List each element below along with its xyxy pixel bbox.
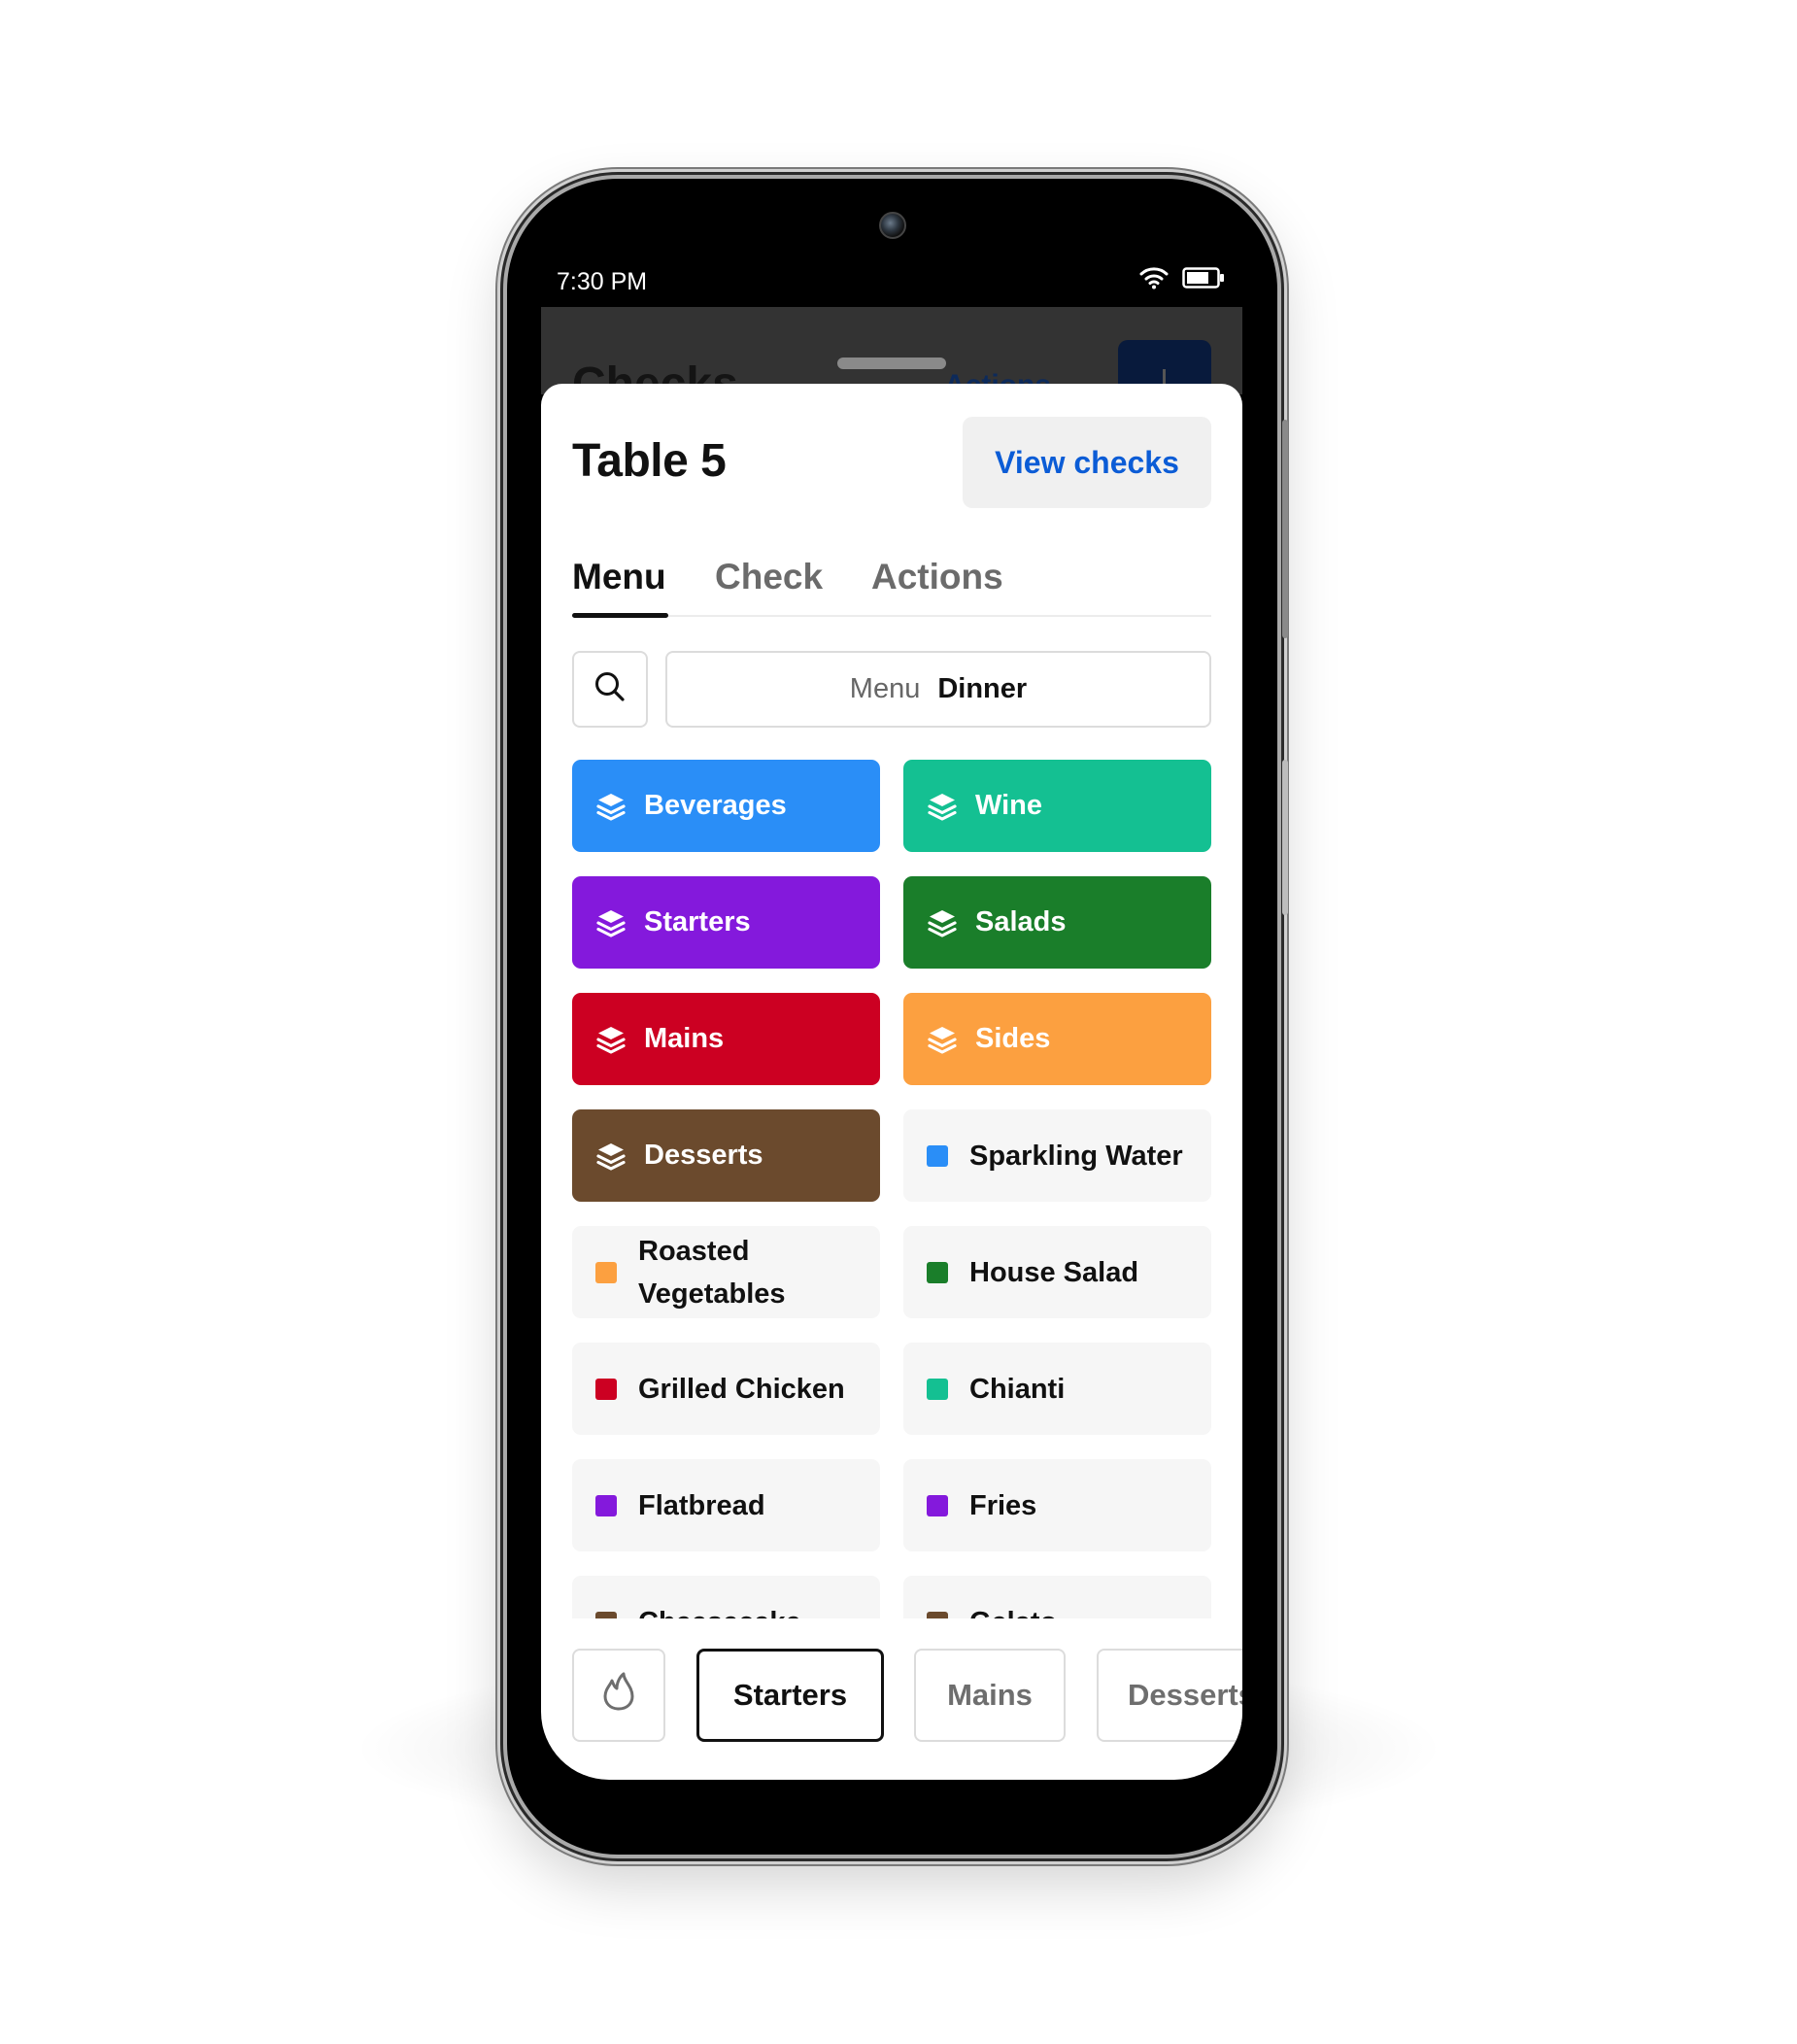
- group-tile-beverages[interactable]: Beverages: [572, 760, 880, 852]
- item-color-swatch: [595, 1261, 617, 1283]
- group-label: Mains: [644, 1023, 725, 1054]
- status-bar: 7:30 PM: [541, 255, 1242, 309]
- item-color-swatch: [927, 1494, 948, 1516]
- item-color-swatch: [927, 1261, 948, 1283]
- tab-check[interactable]: Check: [715, 557, 823, 597]
- group-label: Beverages: [644, 790, 787, 821]
- group-label: Starters: [644, 906, 751, 937]
- layers-icon: [595, 1025, 627, 1054]
- menu-item-gelato[interactable]: Gelato: [903, 1576, 1211, 1618]
- layers-icon: [595, 1141, 627, 1171]
- menu-grid-scroll[interactable]: Beverages Wine Starters Salads Mains Sid…: [572, 760, 1211, 1618]
- menu-item-fries[interactable]: Fries: [903, 1459, 1211, 1551]
- layers-icon: [927, 908, 958, 937]
- item-color-swatch: [595, 1494, 617, 1516]
- item-label: Grilled Chicken: [638, 1373, 845, 1405]
- item-color-swatch: [595, 1611, 617, 1618]
- group-tile-starters[interactable]: Starters: [572, 876, 880, 969]
- menu-item-grilled-chicken[interactable]: Grilled Chicken: [572, 1343, 880, 1435]
- item-label: Cheesecake: [638, 1601, 801, 1619]
- menu-item-flatbread[interactable]: Flatbread: [572, 1459, 880, 1551]
- menu-item-house-salad[interactable]: House Salad: [903, 1226, 1211, 1318]
- front-camera: [879, 212, 906, 239]
- sheet-grabber-handle[interactable]: [837, 358, 946, 369]
- item-color-swatch: [927, 1611, 948, 1618]
- layers-icon: [595, 908, 627, 937]
- tab-menu[interactable]: Menu: [572, 557, 666, 597]
- menu-item-sparkling-water[interactable]: Sparkling Water: [903, 1109, 1211, 1202]
- group-label: Salads: [975, 906, 1067, 937]
- wifi-icon: [1139, 266, 1169, 290]
- search-button[interactable]: [572, 651, 648, 728]
- menu-item-roasted-vegetables[interactable]: Roasted Vegetables: [572, 1226, 880, 1318]
- item-label: House Salad: [969, 1256, 1139, 1288]
- item-label: Gelato: [969, 1601, 1057, 1619]
- item-label: Flatbread: [638, 1489, 765, 1521]
- volume-button: [1282, 420, 1288, 638]
- item-label: Chianti: [969, 1373, 1066, 1405]
- status-time: 7:30 PM: [557, 268, 648, 295]
- group-label: Desserts: [644, 1140, 763, 1171]
- status-icons: [1139, 266, 1225, 290]
- table-sheet: Table 5 View checks Menu Check Actions M…: [541, 384, 1242, 1780]
- flame-icon: [602, 1672, 635, 1719]
- chip-starters[interactable]: Starters: [696, 1649, 884, 1742]
- power-button: [1282, 760, 1288, 915]
- tab-actions[interactable]: Actions: [871, 557, 1003, 597]
- item-color-swatch: [927, 1378, 948, 1400]
- menu-selector-value: Dinner: [937, 673, 1028, 704]
- page-title: Table 5: [572, 435, 727, 487]
- menu-item-cheesecake[interactable]: Cheesecake: [572, 1576, 880, 1618]
- group-tile-desserts[interactable]: Desserts: [572, 1109, 880, 1202]
- group-label: Sides: [975, 1023, 1051, 1054]
- item-label: Fries: [969, 1489, 1037, 1521]
- favorites-button[interactable]: [572, 1649, 665, 1742]
- search-icon: [593, 670, 627, 708]
- chip-mains[interactable]: Mains: [914, 1649, 1066, 1742]
- view-checks-button[interactable]: View checks: [963, 417, 1211, 508]
- group-tile-mains[interactable]: Mains: [572, 993, 880, 1085]
- group-tile-salads[interactable]: Salads: [903, 876, 1211, 969]
- chip-desserts[interactable]: Desserts: [1097, 1649, 1242, 1742]
- tab-bar: Menu Check Actions: [572, 557, 1211, 618]
- layers-icon: [595, 792, 627, 821]
- menu-grid: Beverages Wine Starters Salads Mains Sid…: [572, 760, 1211, 1618]
- group-tile-wine[interactable]: Wine: [903, 760, 1211, 852]
- menu-selector-label: Menu: [849, 673, 921, 704]
- item-color-swatch: [927, 1144, 948, 1167]
- layers-icon: [927, 792, 958, 821]
- menu-selector[interactable]: Menu Dinner: [665, 651, 1211, 728]
- background-checks-screen: Checks Actions: [541, 307, 1242, 394]
- item-label: Roasted Vegetables: [638, 1235, 786, 1310]
- item-color-swatch: [595, 1378, 617, 1400]
- quick-category-bar: Starters Mains Desserts: [541, 1649, 1242, 1742]
- layers-icon: [927, 1025, 958, 1054]
- item-label: Sparkling Water: [969, 1140, 1183, 1172]
- group-tile-sides[interactable]: Sides: [903, 993, 1211, 1085]
- battery-icon: [1182, 266, 1225, 290]
- group-label: Wine: [975, 790, 1043, 821]
- menu-item-chianti[interactable]: Chianti: [903, 1343, 1211, 1435]
- active-tab-indicator: [572, 613, 668, 618]
